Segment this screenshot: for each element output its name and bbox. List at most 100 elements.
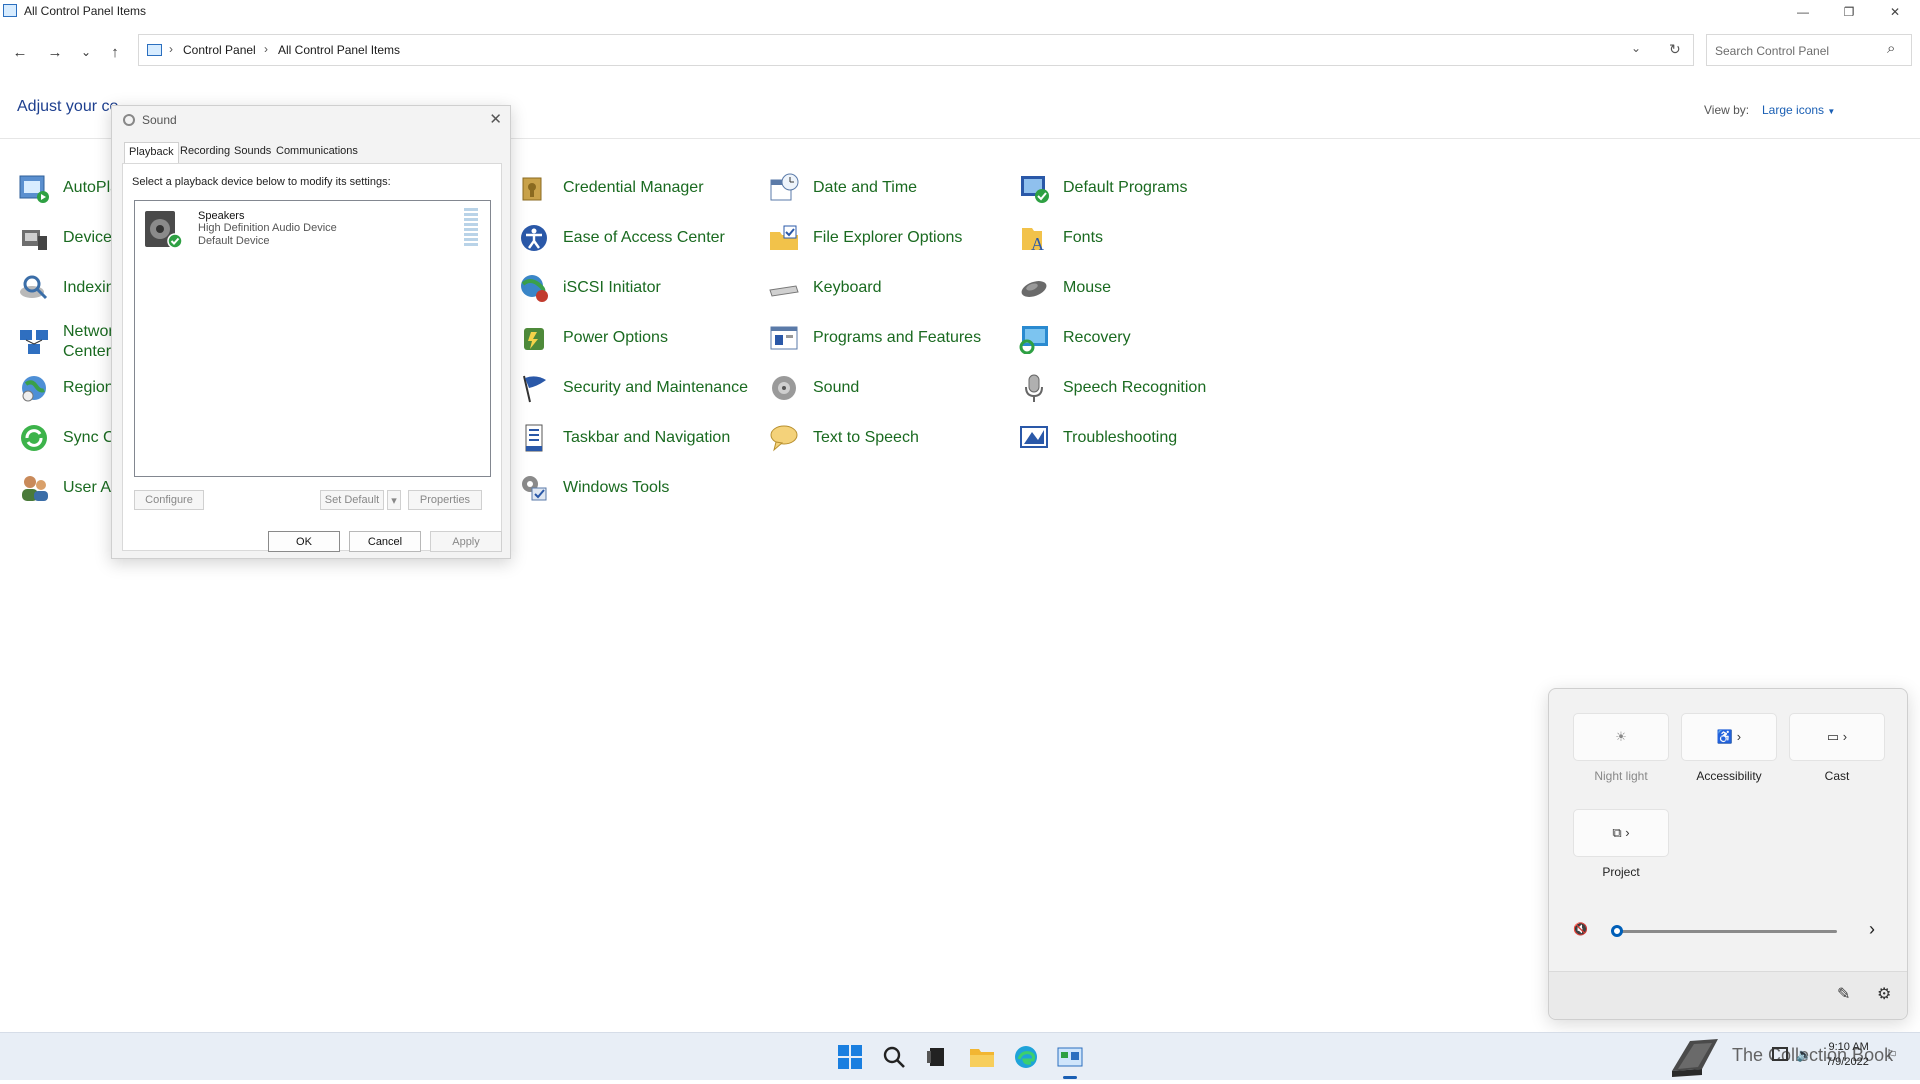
cp-item-iscsi-initiator[interactable]: iSCSI Initiator bbox=[518, 268, 661, 308]
search-icon[interactable]: ⌕ bbox=[1887, 40, 1895, 57]
cp-item-programs-features[interactable]: Programs and Features bbox=[768, 318, 981, 358]
volume-slider-thumb[interactable] bbox=[1611, 925, 1623, 937]
cp-item-windows-tools[interactable]: Windows Tools bbox=[518, 468, 669, 508]
chevron-down-icon[interactable]: ⌄ bbox=[1631, 41, 1641, 55]
cp-item-ease-of-access[interactable]: Ease of Access Center bbox=[518, 218, 725, 258]
ok-button[interactable]: OK bbox=[268, 531, 340, 552]
cp-label[interactable]: iSCSI Initiator bbox=[563, 279, 661, 297]
cp-label[interactable]: Fonts bbox=[1063, 229, 1103, 247]
cp-label[interactable]: Date and Time bbox=[813, 179, 917, 197]
audio-output-chevron-icon[interactable]: › bbox=[1869, 919, 1875, 940]
cp-item-sound[interactable]: Sound bbox=[768, 368, 859, 408]
cp-label[interactable]: Indexin bbox=[63, 279, 115, 297]
cp-item-text-to-speech[interactable]: Text to Speech bbox=[768, 418, 919, 458]
restore-button[interactable]: ❐ bbox=[1826, 0, 1872, 24]
cp-label[interactable]: Default Programs bbox=[1063, 179, 1188, 197]
project-toggle[interactable]: ⧉ › bbox=[1573, 809, 1669, 857]
start-button[interactable] bbox=[836, 1043, 864, 1071]
cp-label[interactable]: Recovery bbox=[1063, 329, 1131, 347]
cp-label[interactable]: Power Options bbox=[563, 329, 668, 347]
cp-item-default-programs[interactable]: Default Programs bbox=[1018, 168, 1188, 208]
close-button[interactable]: ✕ bbox=[1872, 0, 1918, 24]
cp-label[interactable]: Programs and Features bbox=[813, 329, 981, 347]
forward-button[interactable]: → bbox=[43, 40, 67, 64]
control-panel-taskbar-icon[interactable] bbox=[1056, 1043, 1084, 1071]
set-default-dropdown[interactable]: ▾ bbox=[387, 490, 401, 510]
cp-item-power-options[interactable]: Power Options bbox=[518, 318, 668, 358]
caret-down-icon[interactable]: ▼ bbox=[1827, 107, 1835, 116]
tab-sounds[interactable]: Sounds bbox=[230, 142, 275, 160]
dialog-close-button[interactable]: ✕ bbox=[489, 110, 502, 128]
configure-button[interactable]: Configure bbox=[134, 490, 204, 510]
cp-label[interactable]: Credential Manager bbox=[563, 179, 704, 197]
edge-icon[interactable] bbox=[1012, 1043, 1040, 1071]
recent-locations-button[interactable]: ⌄ bbox=[74, 40, 98, 64]
cp-label[interactable]: Speech Recognition bbox=[1063, 379, 1206, 397]
notification-icon[interactable]: ⚐ bbox=[1886, 1047, 1898, 1063]
cp-item-taskbar-navigation[interactable]: Taskbar and Navigation bbox=[518, 418, 730, 458]
cp-item-user-accounts[interactable]: User Ac bbox=[18, 468, 119, 508]
cast-toggle[interactable]: ▭ › bbox=[1789, 713, 1885, 761]
clock[interactable]: 9:10 AM 7/9/2022 bbox=[1826, 1040, 1869, 1070]
cp-item-date-time[interactable]: Date and Time bbox=[768, 168, 917, 208]
tab-playback[interactable]: Playback bbox=[124, 142, 179, 164]
set-default-button[interactable]: Set Default bbox=[320, 490, 384, 510]
cp-label[interactable]: Sound bbox=[813, 379, 859, 397]
cp-item-indexing[interactable]: Indexin bbox=[18, 268, 115, 308]
view-by-value[interactable]: Large icons bbox=[1762, 103, 1824, 117]
cp-item-keyboard[interactable]: Keyboard bbox=[768, 268, 882, 308]
mute-icon[interactable]: 🔇 bbox=[1573, 922, 1588, 936]
cp-label[interactable]: Security and Maintenance bbox=[563, 379, 748, 397]
properties-button[interactable]: Properties bbox=[408, 490, 482, 510]
cp-label[interactable]: Troubleshooting bbox=[1063, 429, 1177, 447]
night-light-toggle[interactable]: ☀ bbox=[1573, 713, 1669, 761]
search-input[interactable]: Search Control Panel ⌕ bbox=[1706, 34, 1912, 66]
cp-label[interactable]: Networ bbox=[63, 322, 114, 342]
cp-label[interactable]: Device bbox=[63, 229, 112, 247]
back-button[interactable]: ← bbox=[8, 40, 32, 64]
breadcrumb-control-panel[interactable]: Control Panel bbox=[183, 43, 256, 57]
refresh-icon[interactable]: ↻ bbox=[1669, 41, 1681, 58]
cp-item-autoplay[interactable]: AutoPla bbox=[18, 168, 119, 208]
cp-label[interactable]: File Explorer Options bbox=[813, 229, 962, 247]
cp-item-mouse[interactable]: Mouse bbox=[1018, 268, 1111, 308]
device-name[interactable]: Speakers bbox=[198, 210, 244, 222]
cp-label[interactable]: Text to Speech bbox=[813, 429, 919, 447]
breadcrumb-all-items[interactable]: All Control Panel Items bbox=[278, 43, 400, 57]
cp-label[interactable]: Taskbar and Navigation bbox=[563, 429, 730, 447]
cancel-button[interactable]: Cancel bbox=[349, 531, 421, 552]
cp-label[interactable]: Mouse bbox=[1063, 279, 1111, 297]
cp-item-troubleshooting[interactable]: Troubleshooting bbox=[1018, 418, 1177, 458]
tab-recording[interactable]: Recording bbox=[176, 142, 234, 160]
volume-icon[interactable]: 🔈 bbox=[1796, 1047, 1812, 1063]
cp-item-region[interactable]: Region bbox=[18, 368, 114, 408]
cp-item-fonts[interactable]: A Fonts bbox=[1018, 218, 1103, 258]
cp-label[interactable]: Windows Tools bbox=[563, 479, 669, 497]
edit-icon[interactable]: ✎ bbox=[1837, 984, 1850, 1004]
breadcrumb-separator[interactable]: › bbox=[169, 42, 173, 56]
cp-item-credential-manager[interactable]: Credential Manager bbox=[518, 168, 704, 208]
cp-item-file-explorer-options[interactable]: File Explorer Options bbox=[768, 218, 962, 258]
cp-item-speech-recognition[interactable]: Speech Recognition bbox=[1018, 368, 1206, 408]
playback-device-list[interactable]: Speakers High Definition Audio Device De… bbox=[134, 200, 491, 477]
volume-slider-track[interactable] bbox=[1617, 930, 1837, 933]
settings-icon[interactable]: ⚙ bbox=[1877, 984, 1891, 1004]
cp-item-devices[interactable]: Device bbox=[18, 218, 112, 258]
cp-item-sync-center[interactable]: Sync Ce bbox=[18, 418, 123, 458]
address-bar[interactable]: › Control Panel › All Control Panel Item… bbox=[138, 34, 1694, 66]
network-icon[interactable] bbox=[1772, 1047, 1788, 1061]
cp-label-line2[interactable]: Center bbox=[63, 342, 114, 362]
breadcrumb-separator[interactable]: › bbox=[264, 42, 268, 56]
up-button[interactable]: ↑ bbox=[103, 40, 127, 64]
file-explorer-icon[interactable] bbox=[968, 1043, 996, 1071]
search-icon[interactable] bbox=[880, 1043, 908, 1071]
tab-communications[interactable]: Communications bbox=[272, 142, 362, 160]
cp-item-security-maintenance[interactable]: Security and Maintenance bbox=[518, 368, 748, 408]
apply-button[interactable]: Apply bbox=[430, 531, 502, 552]
cp-item-recovery[interactable]: Recovery bbox=[1018, 318, 1131, 358]
view-by-dropdown[interactable]: Large icons ▼ bbox=[1762, 103, 1835, 117]
cp-label[interactable]: Keyboard bbox=[813, 279, 882, 297]
cp-label[interactable]: Ease of Access Center bbox=[563, 229, 725, 247]
minimize-button[interactable]: — bbox=[1780, 0, 1826, 24]
accessibility-toggle[interactable]: ♿ › bbox=[1681, 713, 1777, 761]
